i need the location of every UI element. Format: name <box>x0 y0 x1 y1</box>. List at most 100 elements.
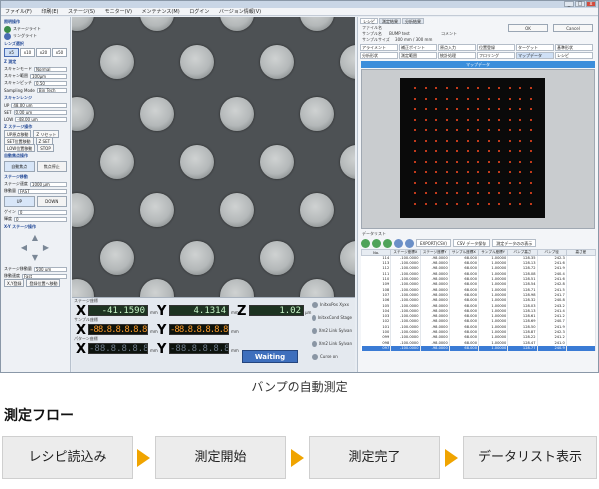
tool-button[interactable]: 原点入力 <box>438 44 476 51</box>
arrow-down-icon[interactable]: ▼ <box>31 253 40 262</box>
menu-maintenance[interactable]: メンテナンス(M) <box>138 9 184 15</box>
save-csv-button[interactable]: CSV データ保存 <box>452 239 491 247</box>
arrow-up-icon[interactable]: ▲ <box>31 233 40 242</box>
xy-step-select[interactable]: 500 um <box>33 266 67 272</box>
measurement-point <box>529 202 532 205</box>
wafer-map-view[interactable] <box>361 69 595 229</box>
measurement-point <box>466 192 469 194</box>
menu-version[interactable]: バージョン情報(V) <box>215 9 265 15</box>
delete-icon[interactable] <box>394 238 403 248</box>
scan-pitch-input[interactable]: 0.50 <box>34 80 67 86</box>
low-position-button[interactable]: LOW位置移動 <box>4 144 36 152</box>
sampling-mode-select[interactable]: Bin Tech <box>36 87 67 93</box>
z-up-button[interactable]: UP <box>4 196 35 207</box>
column-header[interactable]: ステージ座標X <box>390 249 421 256</box>
minimize-button[interactable]: _ <box>564 1 574 7</box>
tool-button[interactable]: レシピ <box>555 52 593 59</box>
tool-button[interactable]: 補正ポイント <box>399 44 437 51</box>
close-button[interactable]: x <box>586 1 596 7</box>
tool-button[interactable]: ターゲット <box>516 44 554 51</box>
maximize-button[interactable]: □ <box>575 1 585 7</box>
stage-light-toggle[interactable]: ステージライト <box>13 26 41 32</box>
gain-slider[interactable]: 0 <box>17 209 67 215</box>
table-cell: 68.000 <box>449 345 480 352</box>
camera-view[interactable] <box>72 17 355 297</box>
tool-button[interactable]: フロリング <box>477 52 515 59</box>
stop-button[interactable]: STOP <box>37 144 54 152</box>
table-cell: 240.9 <box>537 345 567 352</box>
link-button[interactable]: Xm2 Link Sylvan <box>312 339 352 348</box>
limit-up-value[interactable]: 48.00 um <box>11 102 67 108</box>
down-arrow-icon[interactable] <box>383 238 392 248</box>
cursor-toggle-button[interactable]: Curse on <box>312 352 352 361</box>
sample-size-value[interactable]: 300 mm / 300 mm <box>395 37 432 42</box>
sample-name-value[interactable]: BUMP test <box>389 31 410 36</box>
cancel-button[interactable]: Cancel <box>553 24 593 32</box>
tool-button[interactable]: アライメント <box>360 44 398 51</box>
column-header[interactable]: サンプル座標Y <box>477 249 509 256</box>
link-button[interactable]: Xm2 Link Sylvan <box>312 326 352 335</box>
measurement-point <box>477 129 479 131</box>
measurement-point-map[interactable] <box>400 78 545 218</box>
stage-speed-select[interactable]: 1000 μm <box>29 181 67 187</box>
measurement-point <box>529 108 532 110</box>
lens-option[interactable]: x5 <box>4 48 19 57</box>
measurement-point <box>519 87 521 89</box>
measurement-point <box>445 192 448 194</box>
menu-file[interactable]: ファイル(F) <box>1 9 36 15</box>
tool-button[interactable]: 分析形状 <box>360 52 398 59</box>
menu-print[interactable]: 印刷(E) <box>37 9 62 15</box>
lens-option[interactable]: x20 <box>36 48 51 57</box>
tool-button[interactable]: 基準形状 <box>555 44 593 51</box>
arrow-right-icon[interactable]: ▶ <box>42 243 51 252</box>
ring-light-toggle[interactable]: リングライト <box>13 33 37 39</box>
export-csv-button[interactable]: EXPORT(CSV) <box>416 239 451 247</box>
lens-selector: x5 x10 x20 x50 <box>4 48 67 57</box>
scan-range-input[interactable]: 100μm <box>30 73 67 79</box>
measurement-point <box>456 139 458 142</box>
ok-button[interactable]: OK <box>508 24 548 32</box>
solder-bump <box>72 193 94 227</box>
register-xy-button[interactable]: X,Y登録 <box>4 279 25 287</box>
init-position-button[interactable]: InitxxPos Xyxx <box>312 300 352 309</box>
limit-low-value[interactable]: -48.00 um <box>15 116 67 122</box>
measurement-point <box>414 202 416 205</box>
up-arrow-icon[interactable] <box>372 238 381 248</box>
menu-monitor[interactable]: モニター(V) <box>101 9 136 15</box>
init-stage-button[interactable]: InitxxCond Stage <box>312 313 352 322</box>
tool-button-map-data[interactable]: マップデータ <box>516 52 554 59</box>
tool-button[interactable]: 位置登録 <box>477 44 515 51</box>
lens-option[interactable]: x10 <box>20 48 35 57</box>
solder-bump <box>72 97 94 131</box>
measurement-point <box>445 181 448 184</box>
tab-results[interactable]: 測定結果 <box>379 18 401 24</box>
table-row[interactable]: 097 -100.0000 -98.0000 68.000 1.00000 128.77 2… <box>361 345 597 352</box>
menu-stage[interactable]: ステージ(S) <box>64 9 99 15</box>
move-amount-select[interactable]: FAST <box>18 188 67 194</box>
measurement-point <box>498 181 500 184</box>
brightness-slider[interactable]: 0 <box>14 216 67 222</box>
xy-speed-select[interactable]: Fast <box>22 273 67 279</box>
scan-mode-select[interactable]: Normal <box>34 66 67 72</box>
column-header[interactable]: ステージ座標Y <box>419 249 450 256</box>
z-down-button[interactable]: DOWN <box>36 196 67 207</box>
round-button-icon <box>312 314 316 321</box>
measurement-point <box>498 150 500 152</box>
add-icon[interactable] <box>361 238 370 248</box>
arrow-left-icon[interactable]: ◀ <box>20 243 29 252</box>
tool-button[interactable]: 統計処理 <box>438 52 476 59</box>
edit-icon[interactable] <box>405 238 414 248</box>
tab-recipe[interactable]: レシピ <box>360 18 378 24</box>
menu-login[interactable]: ログイン <box>185 9 213 15</box>
recipe-panel: レシピ 測定結果 分析結果 ファイル名 OK Cancel サンプル名 BUMP… <box>357 17 598 372</box>
auto-focus-button[interactable]: 自動焦点 <box>4 161 35 172</box>
show-data-button[interactable]: 測定データのの表示 <box>492 239 537 247</box>
tool-button[interactable]: 測定範囲 <box>399 52 437 59</box>
column-header[interactable]: サンプル座標X <box>448 249 480 256</box>
tab-analysis[interactable]: 分析結果 <box>402 18 424 24</box>
move-amount-label: 移動量 <box>4 188 16 193</box>
limit-set-value[interactable]: 0.00 um <box>13 109 67 115</box>
lens-option[interactable]: x50 <box>52 48 67 57</box>
move-registered-button[interactable]: 登録位置へ移動 <box>26 279 61 287</box>
focus-stop-button[interactable]: 焦点停止 <box>36 161 67 172</box>
